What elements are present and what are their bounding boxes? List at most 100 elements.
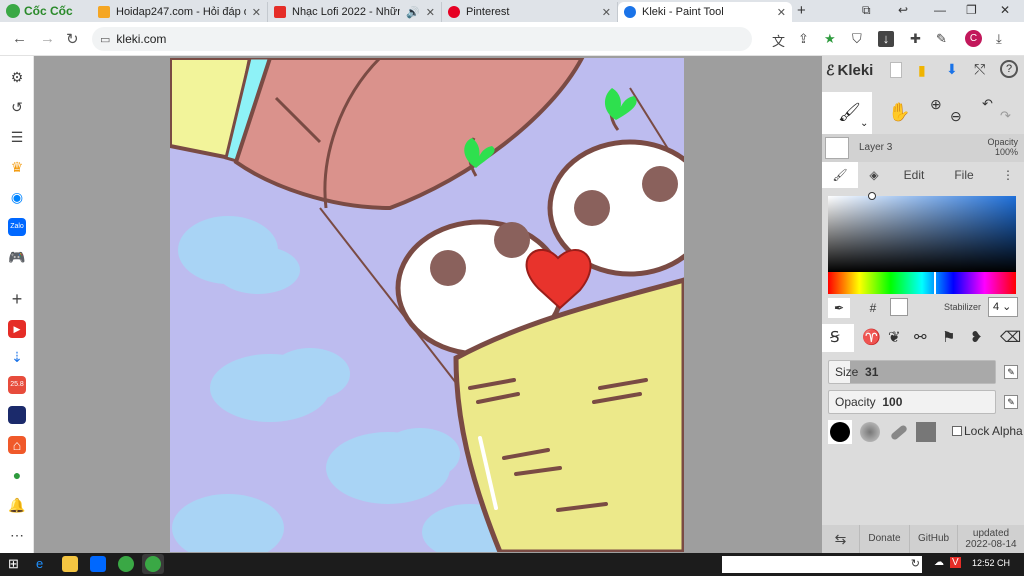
close-icon[interactable]: ✕ — [252, 6, 261, 19]
calendar-icon[interactable]: 25.8 — [8, 376, 26, 394]
tip-chisel-button[interactable] — [886, 420, 910, 444]
bookmark-star-icon[interactable]: ★ — [824, 31, 836, 47]
history-icon[interactable]: ↺ — [8, 98, 26, 116]
reading-list-icon[interactable]: ☰ — [8, 128, 26, 146]
more-options-icon[interactable]: ⋮ — [998, 162, 1018, 188]
close-icon[interactable]: ✕ — [1000, 3, 1010, 17]
tab-search-icon[interactable]: ⧉ — [862, 3, 871, 18]
restore-icon[interactable]: ❐ — [966, 3, 977, 17]
opacity-pressure-icon[interactable]: ✎ — [1004, 395, 1018, 409]
avatar[interactable]: C — [965, 30, 982, 47]
file-explorer-icon[interactable] — [62, 556, 78, 572]
active-layer-row[interactable]: Layer 3 Opacity 100% — [822, 134, 1024, 162]
weather-icon[interactable]: ☁ — [934, 557, 944, 568]
coccoc-taskbar-icon[interactable] — [118, 556, 134, 572]
eraser-icon[interactable]: ⌫ — [1000, 328, 1021, 346]
swap-side-icon[interactable]: ⇆ — [822, 525, 860, 553]
hand-tool-icon[interactable]: ✋ — [888, 102, 910, 123]
hue-slider[interactable] — [828, 272, 1016, 294]
share-icon[interactable]: ⇪ — [798, 31, 809, 47]
tip-round-hard-button[interactable] — [828, 420, 852, 444]
opacity-slider[interactable]: Opacity 100 — [828, 390, 996, 414]
picker-handle[interactable] — [868, 192, 876, 200]
tip-square-button[interactable] — [914, 420, 938, 444]
windows-start-icon[interactable]: ⊞ — [8, 556, 24, 572]
redo-icon[interactable]: ↷ — [1000, 108, 1011, 124]
back-icon[interactable]: ← — [12, 30, 27, 47]
size-slider[interactable]: Size 31 — [828, 360, 996, 384]
share-icon[interactable]: ⤲ — [974, 61, 985, 78]
brush-tool-button[interactable]: 🖌 ⌄ — [822, 92, 872, 134]
edit-icon[interactable]: ✎ — [936, 31, 947, 47]
zalo-icon[interactable]: Zalo — [8, 218, 26, 236]
download-arrow-icon[interactable]: ⇣ — [8, 348, 26, 366]
close-icon[interactable]: ✕ — [426, 6, 435, 19]
new-tab-button[interactable]: + — [797, 2, 806, 19]
youtube-icon[interactable]: ▶ — [8, 320, 26, 338]
downloads-tray-icon[interactable]: ⤓ — [996, 31, 1002, 47]
reload-icon[interactable]: ↻ — [66, 30, 79, 48]
extensions-icon[interactable]: ✚ — [910, 31, 921, 47]
tab-hoidap247[interactable]: Hoidap247.com - Hỏi đáp o ✕ — [92, 2, 268, 22]
coccoc-active-taskbar-icon[interactable] — [142, 554, 164, 574]
url-field[interactable]: ▭ kleki.com — [92, 27, 752, 51]
page-info-icon[interactable]: ▭ — [100, 33, 110, 46]
zoom-in-icon[interactable]: ⊕ — [930, 96, 942, 113]
lock-alpha-checkbox[interactable] — [952, 426, 962, 436]
eyedropper-icon[interactable]: ✒ — [828, 298, 850, 318]
close-icon[interactable]: ✕ — [777, 6, 786, 19]
tab-kleki[interactable]: Kleki - Paint Tool ✕ — [618, 2, 792, 22]
zoom-out-icon[interactable]: ⊖ — [950, 108, 962, 125]
color-picker-area[interactable] — [828, 192, 1016, 272]
lock-alpha-toggle[interactable]: Lock Alpha — [952, 424, 1023, 438]
tab-pinterest[interactable]: Pinterest ✕ — [442, 2, 618, 22]
tab-nhac-lofi[interactable]: Nhạc Lofi 2022 - Những 🔊 ✕ — [268, 2, 442, 22]
translate-icon[interactable]: 文 — [772, 31, 785, 50]
app-shortcut-icon[interactable] — [8, 406, 26, 424]
minimize-icon[interactable]: — — [934, 3, 946, 17]
blend-brush-icon[interactable]: ♈ — [862, 328, 881, 346]
secondary-color-swatch[interactable] — [890, 298, 908, 316]
new-image-icon[interactable] — [890, 62, 902, 78]
smudge-brush-icon[interactable]: ❥ — [970, 328, 983, 346]
save-download-icon[interactable]: ⬇ — [946, 61, 958, 78]
sketchy-brush-icon[interactable]: ❦ — [888, 328, 901, 346]
notification-bell-icon[interactable]: 🔔 — [8, 496, 26, 514]
crown-icon[interactable]: ♛ — [8, 158, 26, 176]
settings-icon[interactable]: ⚙ — [8, 68, 26, 86]
size-pressure-icon[interactable]: ✎ — [1004, 365, 1018, 379]
tab-file[interactable]: File — [942, 162, 986, 188]
game-controller-icon[interactable]: 🎮 — [8, 248, 26, 266]
zalo-taskbar-icon[interactable] — [90, 556, 106, 572]
tray-app-icon[interactable]: V — [950, 557, 961, 568]
pen-brush-button[interactable]: Ꞩ — [822, 324, 854, 352]
edge-icon[interactable]: e — [36, 556, 52, 572]
taskbar-search-field[interactable]: ↻ — [722, 556, 922, 573]
drawing-canvas[interactable] — [170, 58, 684, 552]
download-icon[interactable]: ↓ — [878, 31, 894, 47]
hex-input-icon[interactable]: # — [862, 298, 884, 318]
open-folder-icon[interactable]: ▮ — [918, 62, 926, 79]
tip-round-soft-button[interactable] — [858, 420, 882, 444]
more-icon[interactable]: ⋯ — [8, 526, 26, 544]
browser-brand[interactable]: Cốc Cốc — [6, 3, 73, 19]
pixel-brush-icon[interactable]: ⚯ — [914, 328, 927, 346]
kleki-brand[interactable]: ℰ Kleki — [826, 62, 873, 79]
back-arrow-icon[interactable]: ↩ — [898, 3, 908, 17]
search-refresh-icon[interactable]: ↻ — [911, 557, 920, 570]
github-link[interactable]: GitHub — [910, 525, 958, 553]
chemy-brush-icon[interactable]: ⚑ — [942, 328, 955, 346]
shopping-icon[interactable]: ⌂ — [8, 436, 26, 454]
help-icon[interactable]: ? — [1000, 60, 1018, 78]
speaker-icon[interactable]: 🔊 — [406, 6, 420, 19]
donate-link[interactable]: Donate — [860, 525, 910, 553]
close-icon[interactable]: ✕ — [602, 6, 611, 19]
shield-icon[interactable]: ⛉ — [852, 31, 862, 47]
undo-icon[interactable]: ↶ — [982, 96, 993, 112]
hue-handle[interactable] — [934, 272, 936, 294]
tab-layers[interactable]: ◈ — [858, 162, 890, 188]
tab-edit[interactable]: Edit — [892, 162, 936, 188]
tab-brush[interactable]: 🖌 — [822, 162, 858, 188]
location-pin-icon[interactable]: ● — [8, 466, 26, 484]
chevron-down-icon[interactable]: ⌄ — [860, 118, 868, 129]
